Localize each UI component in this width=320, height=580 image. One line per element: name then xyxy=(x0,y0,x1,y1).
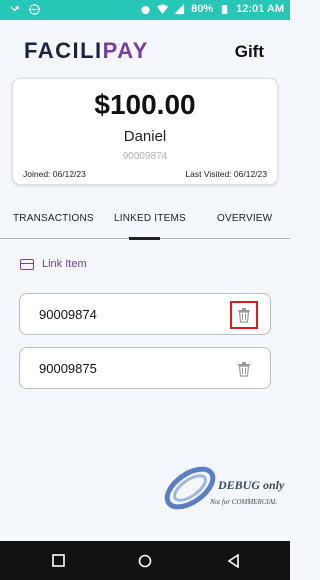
tab-bar: TRANSACTIONS LINKED ITEMS OVERVIEW xyxy=(0,205,290,240)
android-nav-bar xyxy=(0,541,290,580)
app-header: FACILIPAY Gift xyxy=(0,20,290,75)
linked-item-number: 90009875 xyxy=(39,361,97,376)
link-item-label: Link Item xyxy=(42,258,87,270)
card-balance: $100.00 xyxy=(94,89,196,120)
wifi-icon xyxy=(157,3,169,14)
tab-transactions[interactable]: TRANSACTIONS xyxy=(13,213,94,224)
status-bar: 80% 12:01 AM xyxy=(0,0,290,20)
trash-icon xyxy=(238,361,250,377)
signal-icon xyxy=(174,3,185,14)
facilipay-logo: FACILIPAY xyxy=(24,38,149,64)
missed-call-icon xyxy=(10,6,19,12)
debug-text: DEBUG only xyxy=(218,478,285,492)
link-item-button[interactable]: Link Item xyxy=(20,258,87,270)
clock: 12:01 AM xyxy=(236,3,284,15)
active-tab-indicator xyxy=(129,237,160,240)
back-icon[interactable] xyxy=(226,553,242,569)
last-visited-date: Last Visited: 06/12/23 xyxy=(185,169,267,179)
cardholder-name: Daniel xyxy=(123,128,167,145)
sync-icon xyxy=(29,4,40,15)
gift-card-summary: $100.00 Daniel 90009874 Joined: 06/12/23… xyxy=(12,78,278,185)
trash-icon xyxy=(238,307,250,323)
delete-button[interactable] xyxy=(230,301,258,329)
battery-icon xyxy=(221,4,228,14)
linked-item-number: 90009874 xyxy=(39,307,97,322)
debug-watermark: DEBUG only Not for COMMERCIAL xyxy=(160,460,290,520)
recent-apps-icon[interactable] xyxy=(51,553,67,569)
alarm-icon xyxy=(141,5,150,14)
debug-subtext: Not for COMMERCIAL xyxy=(210,498,277,506)
joined-date: Joined: 06/12/23 xyxy=(23,169,86,179)
battery-percent: 80% xyxy=(191,3,214,15)
page-title: Gift xyxy=(234,42,264,61)
delete-button[interactable] xyxy=(230,355,258,383)
tab-linked-items[interactable]: LINKED ITEMS xyxy=(114,213,186,224)
logo-text-main: FACILI xyxy=(24,38,103,63)
home-icon[interactable] xyxy=(137,553,153,569)
linked-item-row[interactable]: 90009874 xyxy=(19,293,271,335)
logo-text-accent: PAY xyxy=(102,38,149,63)
tab-overview[interactable]: OVERVIEW xyxy=(217,213,272,224)
card-number: 90009874 xyxy=(122,151,168,162)
credit-card-icon xyxy=(20,258,34,270)
linked-item-row[interactable]: 90009875 xyxy=(19,347,271,389)
swoosh-logo-icon xyxy=(164,466,216,510)
